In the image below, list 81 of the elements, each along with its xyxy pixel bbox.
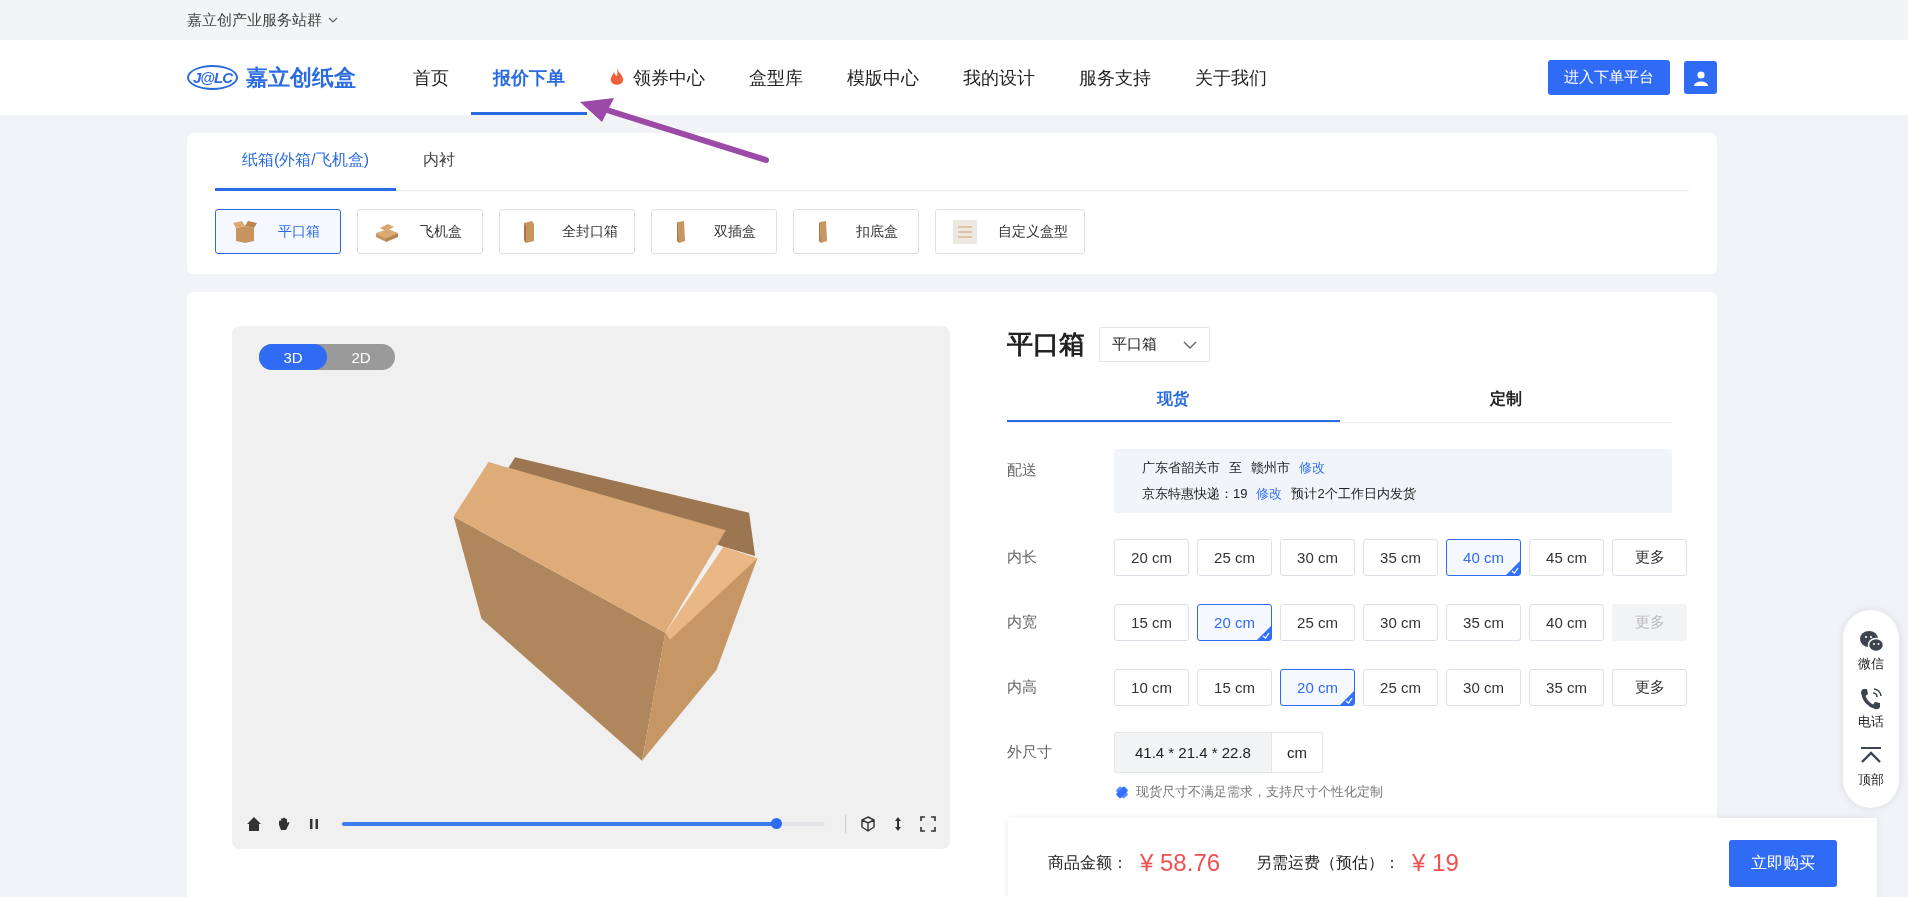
home-icon[interactable] [246,816,262,832]
edit-link[interactable]: 修改 [1256,485,1283,503]
size-option[interactable]: 45 cm [1529,539,1604,576]
destination-city: 赣州市 [1251,459,1290,477]
field-label: 内长 [1007,548,1038,567]
size-option[interactable]: 20 cm [1114,539,1189,576]
box-type-option[interactable]: 扣底盒 [793,209,919,254]
progress-handle[interactable] [770,818,782,829]
station-group-menu[interactable]: 嘉立创产业服务站群 [187,10,338,30]
box-type-option[interactable]: 双插盒 [651,209,777,254]
size-option[interactable]: 35 cm [1529,669,1604,706]
nav-link[interactable]: 关于我们 [1172,40,1289,115]
size-option[interactable]: 25 cm [1197,539,1272,576]
size-option[interactable]: 35 cm [1363,539,1438,576]
stock-tab[interactable]: 定制 [1339,378,1672,422]
stock-tab[interactable]: 现货 [1007,378,1340,422]
nav-link[interactable]: 服务支持 [1056,40,1173,115]
hand-icon[interactable] [276,816,292,832]
size-option[interactable]: 30 cm [1280,539,1355,576]
delivery-estimate: 预计2个工作日内发货 [1291,485,1416,503]
outer-size-field: 41.4 * 21.4 * 22.8 cm [1114,732,1323,773]
category-tab[interactable]: 纸箱(外箱/飞机盒) [215,133,397,191]
product-title: 平口箱 [1007,328,1085,361]
size-option[interactable]: 30 cm [1363,604,1438,641]
chevron-down-icon [328,17,338,23]
chevron-down-icon [1183,340,1197,349]
flame-icon [608,68,625,87]
shipping-method: 京东特惠快递：19 [1142,485,1248,503]
field-label: 配送 [1007,460,1038,480]
side-tool-button[interactable]: 电话 [1858,687,1884,731]
size-option[interactable]: 25 cm [1363,669,1438,706]
size-option[interactable]: 40 cm [1529,604,1604,641]
nav-link[interactable]: 领券中心 [586,40,727,115]
box-type-dropdown[interactable]: 平口箱 [1099,327,1210,362]
size-option[interactable]: 20 cm [1197,604,1272,641]
fullscreen-icon[interactable] [920,816,936,832]
side-tool-button[interactable]: 微信 [1858,629,1884,673]
box-type-option[interactable]: 自定义盒型 [935,209,1085,254]
site-logo[interactable]: J@LC 嘉立创纸盒 [187,62,356,93]
category-tab[interactable]: 内衬 [396,133,483,191]
field-label: 内高 [1007,678,1038,697]
shipping-fee-label: 另需运费（预估）： [1256,852,1401,873]
size-option[interactable]: 30 cm [1446,669,1521,706]
size-option[interactable]: 更多 [1612,539,1687,576]
nav-link[interactable]: 盒型库 [726,40,825,115]
edit-link[interactable]: 修改 [1299,459,1325,477]
check-corner-icon [1506,561,1520,575]
size-option[interactable]: 15 cm [1114,604,1189,641]
shipping-fee-value: ¥ 19 [1412,849,1459,877]
nav-link[interactable]: 我的设计 [940,40,1057,115]
check-corner-icon [1257,626,1271,640]
size-option[interactable]: 35 cm [1446,604,1521,641]
user-button[interactable] [1684,61,1717,94]
enter-platform-button[interactable]: 进入下单平台 [1548,60,1670,95]
custom-size-hint: 现货尺寸不满足需求，支持尺寸个性化定制 [1136,783,1383,801]
cube-icon[interactable] [860,816,876,832]
price-label: 商品金额： [1048,852,1128,873]
view-mode-toggle[interactable]: 3D [259,344,327,370]
check-corner-icon [1340,691,1354,705]
box-type-option[interactable]: 平口箱 [215,209,341,254]
nav-link[interactable]: 模版中心 [824,40,941,115]
box-type-option[interactable]: 飞机盒 [357,209,483,254]
size-option[interactable]: 10 cm [1114,669,1189,706]
nav-link[interactable]: 首页 [390,40,471,115]
3d-viewer[interactable]: 3D 2D [232,326,950,849]
origin-city: 广东省韶关市 [1142,459,1220,477]
side-tool-button[interactable]: 顶部 [1858,745,1884,789]
phone-icon [1859,687,1883,711]
size-option[interactable]: 25 cm [1280,604,1355,641]
price-value: ¥ 58.76 [1140,849,1221,877]
size-option[interactable]: 更多 [1612,669,1687,706]
chat-bubbles-icon [1859,629,1883,653]
route-word: 至 [1229,459,1242,477]
field-label: 外尺寸 [1007,743,1053,762]
size-option[interactable]: 40 cm [1446,539,1521,576]
size-option[interactable]: 15 cm [1197,669,1272,706]
field-label: 内宽 [1007,613,1038,632]
buy-now-button[interactable]: 立即购买 [1729,839,1837,887]
box-type-option[interactable]: 全封口箱 [499,209,635,254]
user-icon [1692,69,1709,86]
size-option[interactable]: 20 cm [1280,669,1355,706]
